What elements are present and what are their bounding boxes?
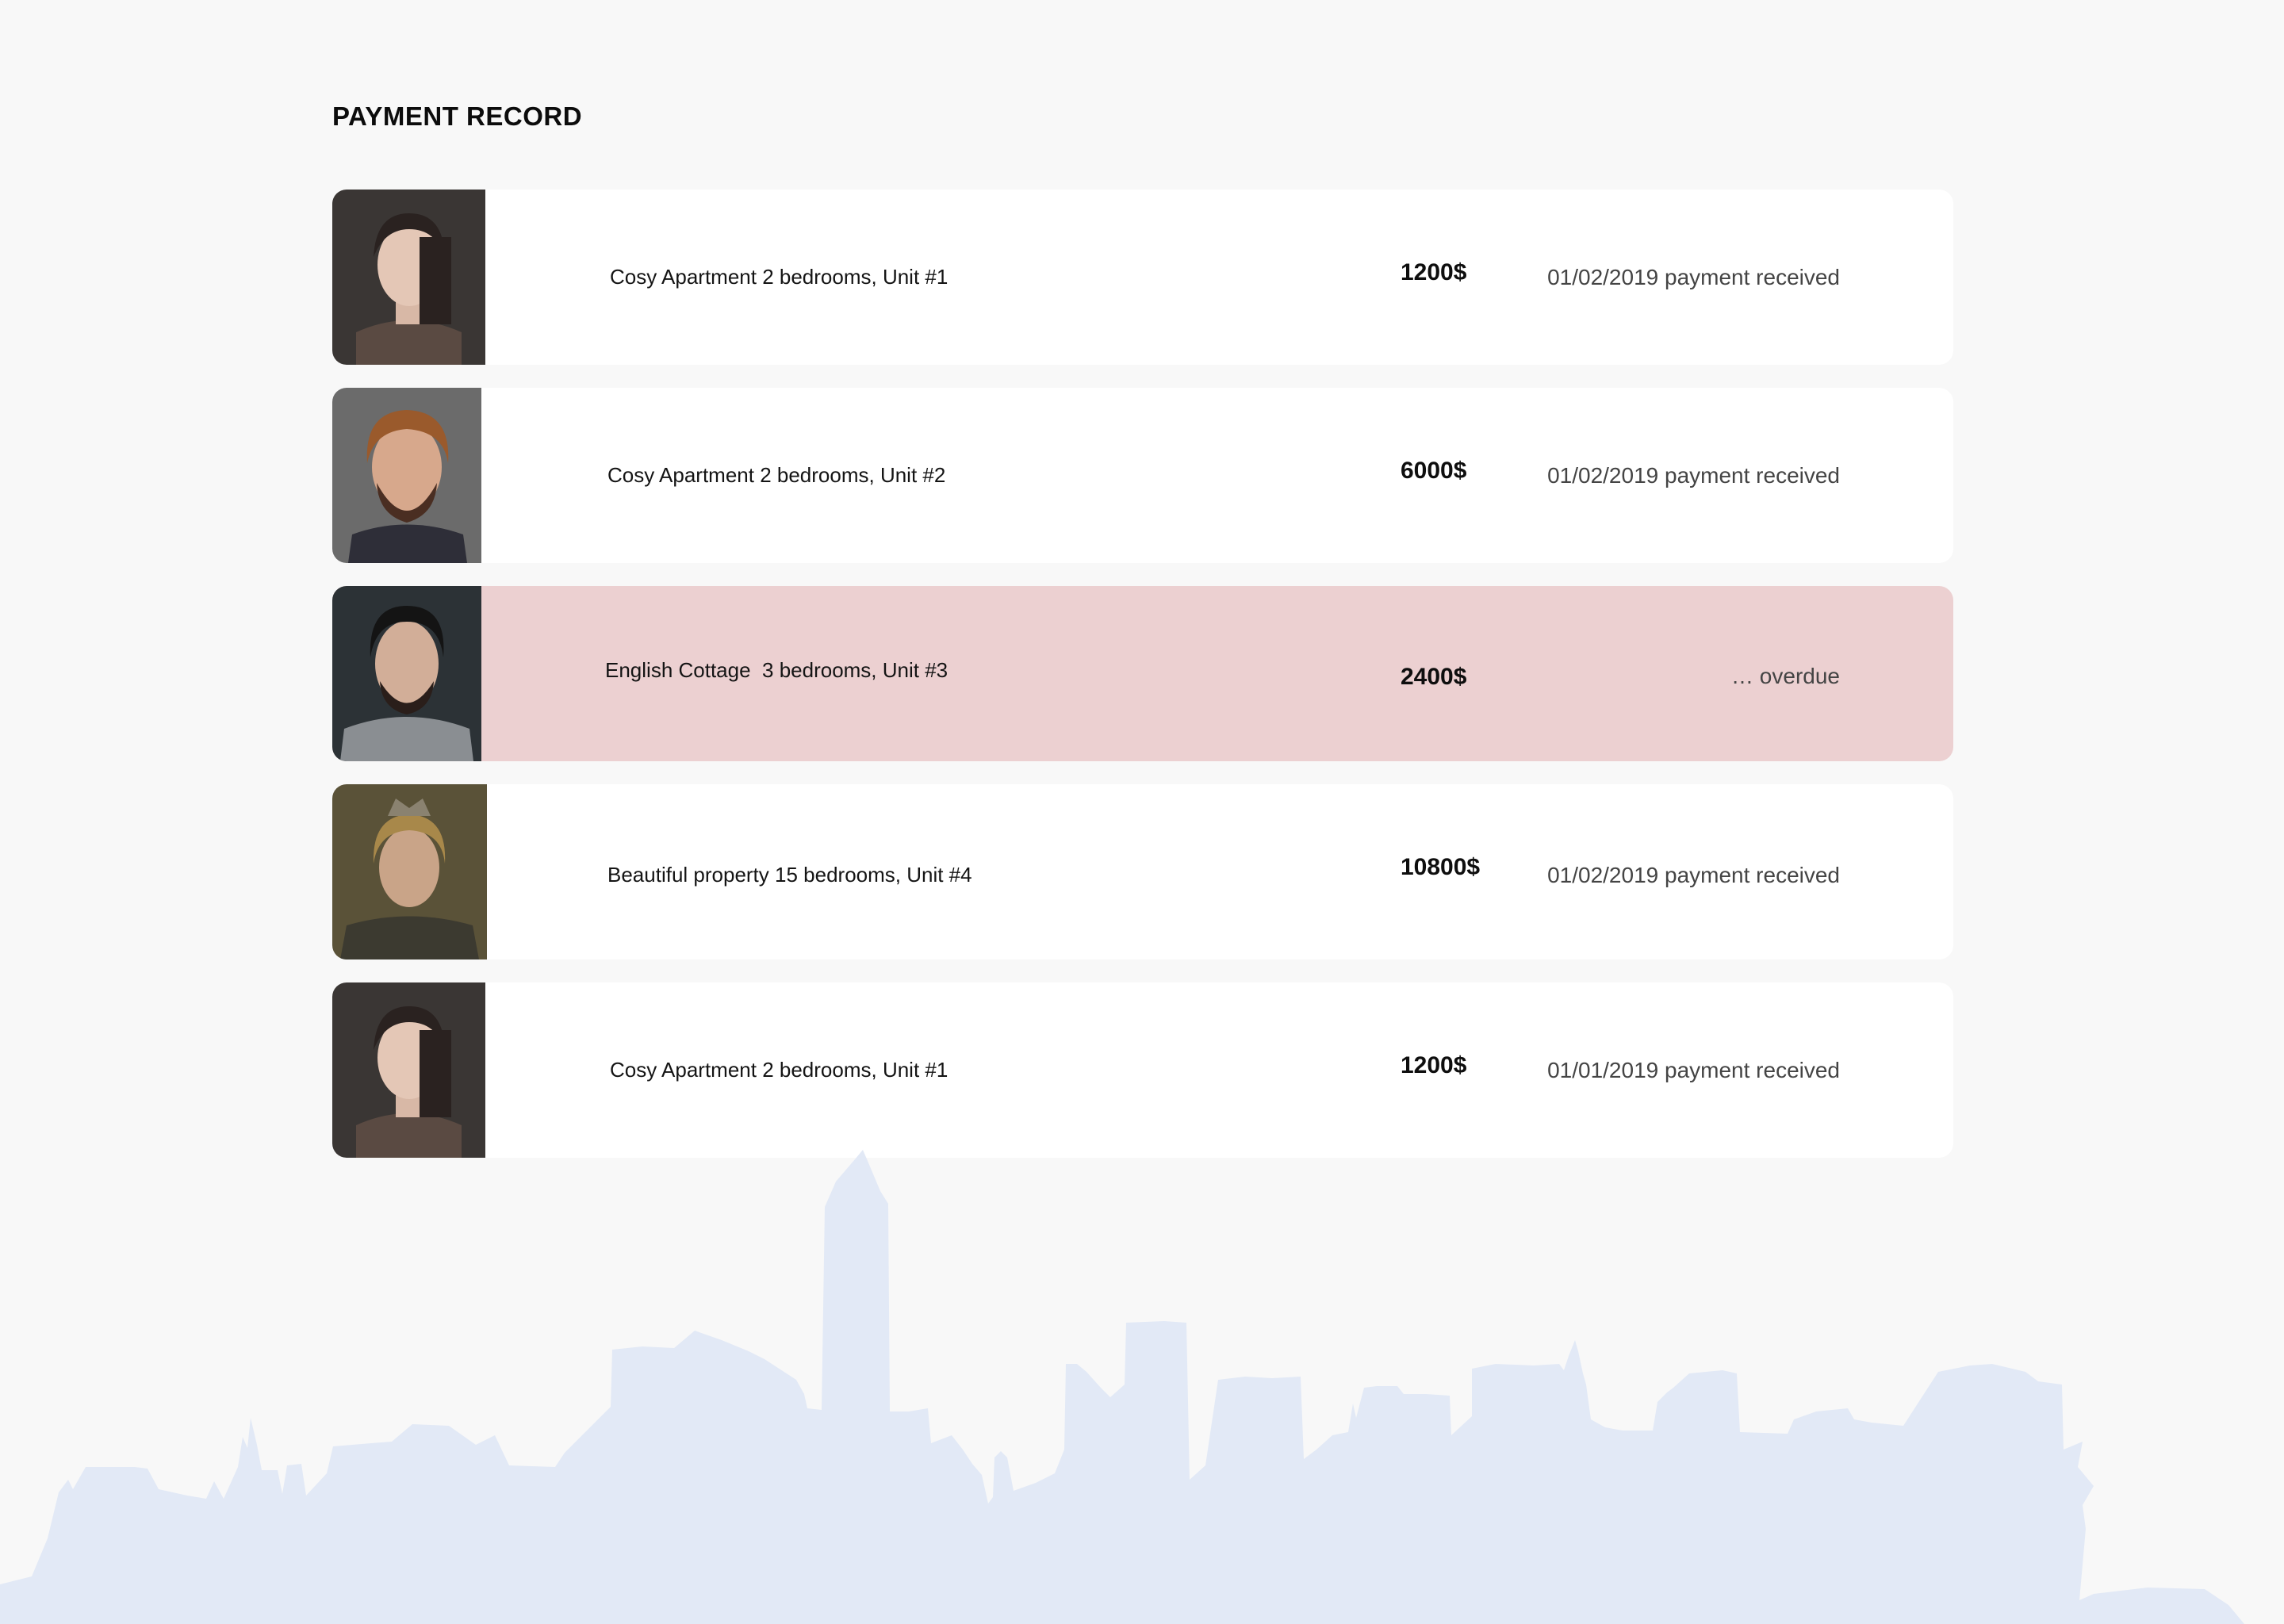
page-title: PAYMENT RECORD (332, 102, 583, 131)
tenant-avatar (332, 586, 481, 761)
payment-row[interactable]: Cosy Apartment 2 bedrooms, Unit #1 1200$… (332, 982, 1953, 1158)
payment-amount: 1200$ (1401, 259, 1467, 285)
tenant-avatar (332, 190, 485, 365)
payment-status: 01/01/2019 payment received (1547, 1058, 1840, 1082)
tenant-avatar (332, 784, 487, 959)
tenant-portrait-icon (332, 388, 481, 563)
tenant-avatar (332, 982, 485, 1158)
city-skyline-illustration (0, 1150, 2244, 1624)
tenant-avatar (332, 388, 481, 563)
property-name: Cosy Apartment 2 bedrooms, Unit #2 (607, 463, 946, 487)
payment-row[interactable]: Cosy Apartment 2 bedrooms, Unit #2 6000$… (332, 388, 1953, 563)
payment-row[interactable]: Beautiful property 15 bedrooms, Unit #4 … (332, 784, 1953, 959)
payment-amount: 6000$ (1401, 458, 1467, 484)
payment-row[interactable]: Cosy Apartment 2 bedrooms, Unit #1 1200$… (332, 190, 1953, 365)
tenant-portrait-icon (332, 586, 481, 761)
tenant-portrait-icon (332, 784, 487, 959)
payment-status: 01/02/2019 payment received (1547, 463, 1840, 488)
payment-amount: 1200$ (1401, 1052, 1467, 1078)
payment-amount: 10800$ (1401, 854, 1481, 880)
payment-row-overdue[interactable]: English Cottage 3 bedrooms, Unit #3 2400… (332, 586, 1953, 761)
property-name: Cosy Apartment 2 bedrooms, Unit #1 (610, 1058, 948, 1082)
property-name: Cosy Apartment 2 bedrooms, Unit #1 (610, 265, 948, 289)
payment-status: … overdue (1731, 664, 1840, 688)
property-name: Beautiful property 15 bedrooms, Unit #4 (607, 863, 972, 887)
payment-status: 01/02/2019 payment received (1547, 863, 1840, 887)
tenant-portrait-icon (332, 190, 485, 365)
payment-amount: 2400$ (1401, 664, 1467, 690)
tenant-portrait-icon (332, 982, 485, 1158)
payment-status: 01/02/2019 payment received (1547, 265, 1840, 289)
property-name: English Cottage 3 bedrooms, Unit #3 (605, 658, 948, 682)
payment-record-list: Cosy Apartment 2 bedrooms, Unit #1 1200$… (332, 190, 1953, 1181)
